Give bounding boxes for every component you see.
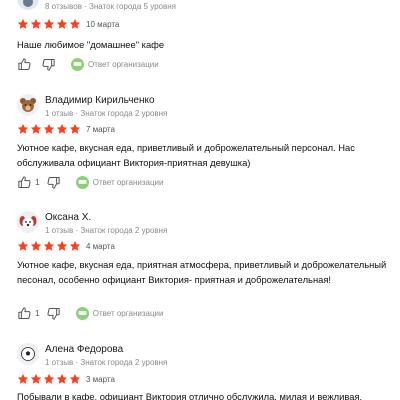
bear-avatar-icon[interactable] (17, 94, 39, 116)
review-date: 3 марта (86, 375, 115, 384)
review-date: 4 марта (86, 242, 115, 251)
reviewer-meta: 1 отзыв · Знаток города 2 уровня (45, 358, 168, 367)
star-icon (69, 240, 81, 253)
thumbs-down-icon[interactable] (46, 306, 61, 321)
review-actions: 1 Ответ организации (17, 174, 163, 190)
organization-icon (75, 175, 89, 189)
star-icon (69, 123, 81, 136)
reviewer-name[interactable]: Оксана Х. (45, 212, 91, 223)
star-icon (56, 373, 68, 386)
star-icon (56, 18, 68, 31)
star-icon (69, 18, 81, 31)
star-icon (30, 18, 42, 31)
star-icon (30, 240, 42, 253)
reviewer-meta: 8 отзывов · Знаток города 5 уровня (45, 2, 176, 11)
reviewer-name[interactable]: Алена Федорова (45, 344, 123, 355)
review-actions: Ответ организации (17, 56, 159, 72)
org-reply-button[interactable]: Ответ организации (71, 57, 159, 71)
star-icon (17, 123, 29, 136)
review-text: Уютное кафе, вкусная еда, приятная атмос… (17, 259, 387, 285)
dog-avatar-icon[interactable] (17, 211, 39, 233)
organization-icon (75, 306, 89, 320)
thumbs-down-icon[interactable] (46, 175, 61, 190)
star-icon (56, 123, 68, 136)
reviewer-meta: 1 отзыв · Знаток города 2 уровня (45, 226, 168, 235)
review-text: Уютное кафе, вкусная еда, приветливый и … (17, 142, 355, 168)
rating-stars (17, 18, 81, 31)
star-icon (43, 18, 55, 31)
star-icon (69, 373, 81, 386)
star-icon (17, 18, 29, 31)
user-avatar-icon[interactable] (17, 0, 39, 10)
organization-icon (71, 57, 84, 71)
star-icon (30, 123, 42, 136)
star-icon (30, 373, 42, 386)
soccer-ball-avatar-icon[interactable] (17, 343, 39, 365)
like-count: 1 (35, 177, 40, 187)
rating-stars (17, 123, 81, 136)
star-icon (56, 240, 68, 253)
reviews-list: 8 отзывов · Знаток города 5 уровня 10 ма… (0, 0, 400, 400)
thumbs-up-icon[interactable] (17, 306, 32, 321)
thumbs-down-icon[interactable] (41, 57, 56, 72)
rating-stars (17, 373, 81, 386)
org-reply-label: Ответ организации (88, 59, 159, 69)
star-icon (43, 240, 55, 253)
review-text: Побывали в кафе, официант Виктория отлич… (17, 391, 363, 400)
reviewer-name[interactable]: Владимир Кирильченко (45, 95, 155, 106)
thumbs-up-icon[interactable] (17, 175, 32, 190)
review-actions: 1 Ответ организации (17, 305, 163, 321)
thumbs-up-icon[interactable] (17, 57, 32, 72)
review-date: 7 марта (86, 125, 115, 134)
org-reply-button[interactable]: Ответ организации (75, 175, 164, 189)
like-count: 1 (35, 308, 40, 318)
star-icon (43, 123, 55, 136)
org-reply-button[interactable]: Ответ организации (75, 306, 164, 320)
rating-stars (17, 240, 81, 253)
star-icon (17, 240, 29, 253)
org-reply-label: Ответ организации (92, 308, 164, 318)
org-reply-label: Ответ организации (92, 177, 164, 187)
review-date: 10 марта (86, 20, 120, 29)
reviewer-meta: 1 отзыв · Знаток города 2 уровня (45, 109, 168, 118)
star-icon (43, 373, 55, 386)
review-text: Наше любимое "домашнее" кафе (17, 39, 165, 50)
star-icon (17, 373, 29, 386)
